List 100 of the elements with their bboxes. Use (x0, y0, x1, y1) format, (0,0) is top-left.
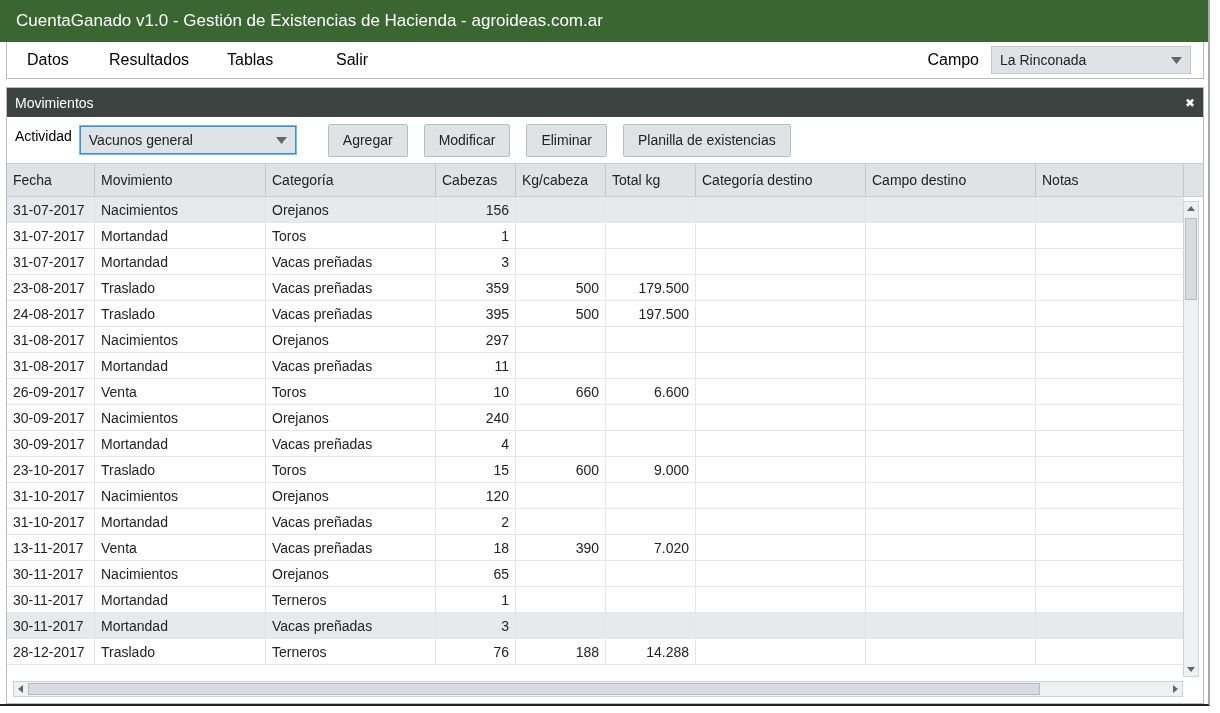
table-cell: Vacas preñadas (272, 357, 373, 374)
table-row[interactable]: 13-11-2017 Venta Vacas preñadas 18 390 7.020 (7, 535, 1184, 561)
table-cell: 31-08-2017 (13, 357, 85, 374)
table-row[interactable]: 26-09-2017 Venta Toros 10 660 6.600 (7, 379, 1184, 405)
table-cell: 660 (575, 383, 599, 400)
menu-item[interactable]: Salir (336, 51, 396, 69)
table-cell: 30-11-2017 (13, 591, 84, 608)
column-header[interactable]: Notas (1036, 164, 1184, 196)
table-row[interactable]: 31-10-2017 Mortandad Vacas preñadas 2 (7, 509, 1184, 535)
table-cell: Mortandad (101, 253, 168, 270)
column-header[interactable]: Categoría destino (696, 164, 866, 196)
table-row[interactable]: 30-09-2017 Nacimientos Orejanos 240 (7, 405, 1184, 431)
table-cell: 3 (501, 617, 509, 634)
table-cell: 31-10-2017 (13, 487, 85, 504)
table-cell: 11 (494, 357, 509, 374)
table-cell: Vacas preñadas (272, 513, 373, 530)
table-cell: 2 (501, 513, 509, 530)
table-row[interactable]: 30-09-2017 Mortandad Vacas preñadas 4 (7, 431, 1184, 457)
column-header[interactable]: Campo destino (866, 164, 1036, 196)
scroll-thumb[interactable] (28, 683, 1040, 695)
column-header[interactable]: Movimiento (95, 164, 266, 196)
table-cell: Mortandad (101, 357, 168, 374)
table-cell: 23-08-2017 (13, 279, 85, 296)
column-header[interactable]: Total kg (606, 164, 696, 196)
toolbar-button[interactable]: Modificar (423, 123, 511, 157)
table-row[interactable]: 23-10-2017 Traslado Toros 15 600 9.000 (7, 457, 1184, 483)
table-cell: 65 (493, 565, 509, 582)
table-cell: Traslado (101, 643, 155, 660)
table-cell: 188 (575, 643, 599, 660)
toolbar-button[interactable]: Planilla de existencias (623, 123, 791, 157)
table-cell: 31-08-2017 (13, 331, 85, 348)
table-row[interactable]: 30-11-2017 Mortandad Vacas preñadas 3 (7, 613, 1184, 639)
table-cell: Orejanos (272, 487, 329, 504)
table-cell: 240 (485, 409, 509, 426)
table-cell: 359 (485, 279, 509, 296)
table-cell: Orejanos (272, 201, 329, 218)
table-row[interactable]: 31-10-2017 Nacimientos Orejanos 120 (7, 483, 1184, 509)
table-cell: 390 (575, 539, 599, 556)
scroll-left-icon[interactable] (18, 685, 23, 693)
table-cell: Vacas preñadas (272, 617, 373, 634)
table-row[interactable]: 24-08-2017 Traslado Vacas preñadas 395 500 197.500 (7, 301, 1184, 327)
table-cell: 10 (493, 383, 509, 400)
column-header[interactable]: Cabezas (436, 164, 516, 196)
table-cell: Terneros (272, 643, 327, 660)
table-cell: Nacimientos (101, 331, 179, 348)
table-cell: 297 (485, 331, 509, 348)
table-cell: 31-07-2017 (13, 227, 85, 244)
table-cell: Toros (272, 383, 307, 400)
table-cell: 13-11-2017 (13, 539, 84, 556)
table-cell: 30-11-2017 (13, 565, 84, 582)
table-cell: 15 (493, 461, 509, 478)
table-cell: 30-11-2017 (13, 617, 84, 634)
table-cell: 26-09-2017 (13, 383, 85, 400)
column-header[interactable]: Fecha (7, 164, 95, 196)
table-cell: 6.600 (653, 383, 689, 400)
table-cell: 31-10-2017 (13, 513, 85, 530)
table-cell: 30-09-2017 (13, 435, 85, 452)
table-cell: Traslado (101, 461, 155, 478)
panel-title: Movimientos (15, 94, 94, 111)
table-cell: 14.288 (646, 643, 689, 660)
window-title: CuentaGanado v1.0 - Gestión de Existencias de Hacienda - agroideas.com.ar (0, 0, 1208, 42)
table-cell: Orejanos (272, 331, 329, 348)
menu-item[interactable]: Tablas (227, 51, 336, 69)
scroll-right-icon[interactable] (1173, 685, 1178, 693)
actividad-dropdown[interactable]: Vacunos general (79, 126, 296, 154)
table-row[interactable]: 28-12-2017 Traslado Terneros 76 188 14.288 (7, 639, 1184, 665)
table-cell: 30-09-2017 (13, 409, 85, 426)
table-cell: 1 (501, 591, 509, 608)
table-cell: 76 (493, 643, 509, 660)
table-row[interactable]: 30-11-2017 Mortandad Terneros 1 (7, 587, 1184, 613)
horizontal-scrollbar[interactable] (13, 681, 1183, 697)
table-row[interactable]: 31-07-2017 Mortandad Toros 1 (7, 223, 1184, 249)
menu-item[interactable]: Resultados (109, 51, 227, 69)
table-cell: Nacimientos (101, 409, 179, 426)
scroll-down-icon[interactable] (1187, 667, 1195, 672)
table-cell: 31-07-2017 (13, 253, 85, 270)
table-cell: Toros (272, 461, 307, 478)
table-cell: 1 (501, 227, 509, 244)
close-button[interactable]: ✖ (1185, 95, 1195, 110)
table-cell: Mortandad (101, 591, 168, 608)
vertical-scrollbar[interactable] (1183, 201, 1199, 677)
toolbar-button[interactable]: Agregar (327, 123, 408, 157)
dropdown-caret-icon (275, 136, 287, 144)
scroll-thumb[interactable] (1185, 218, 1197, 300)
campo-dropdown[interactable]: La Rinconada (991, 46, 1191, 74)
table-row[interactable]: 30-11-2017 Nacimientos Orejanos 65 (7, 561, 1184, 587)
table-cell: Toros (272, 227, 307, 244)
table-row[interactable]: 31-08-2017 Nacimientos Orejanos 297 (7, 327, 1184, 353)
toolbar-button[interactable]: Eliminar (526, 123, 607, 157)
table-row[interactable]: 23-08-2017 Traslado Vacas preñadas 359 500 179.500 (7, 275, 1184, 301)
column-header[interactable]: Categoría (266, 164, 436, 196)
table-cell: 395 (485, 305, 509, 322)
table-cell: Vacas preñadas (272, 279, 373, 296)
table-row[interactable]: 31-07-2017 Mortandad Vacas preñadas 3 (7, 249, 1184, 275)
table-row[interactable]: 31-08-2017 Mortandad Vacas preñadas 11 (7, 353, 1184, 379)
menu-item[interactable]: Datos (27, 51, 109, 69)
scroll-up-icon[interactable] (1187, 206, 1195, 211)
column-header[interactable]: Kg/cabeza (516, 164, 606, 196)
table-cell: Venta (101, 539, 137, 556)
table-row[interactable]: 31-07-2017 Nacimientos Orejanos 156 (7, 197, 1184, 223)
